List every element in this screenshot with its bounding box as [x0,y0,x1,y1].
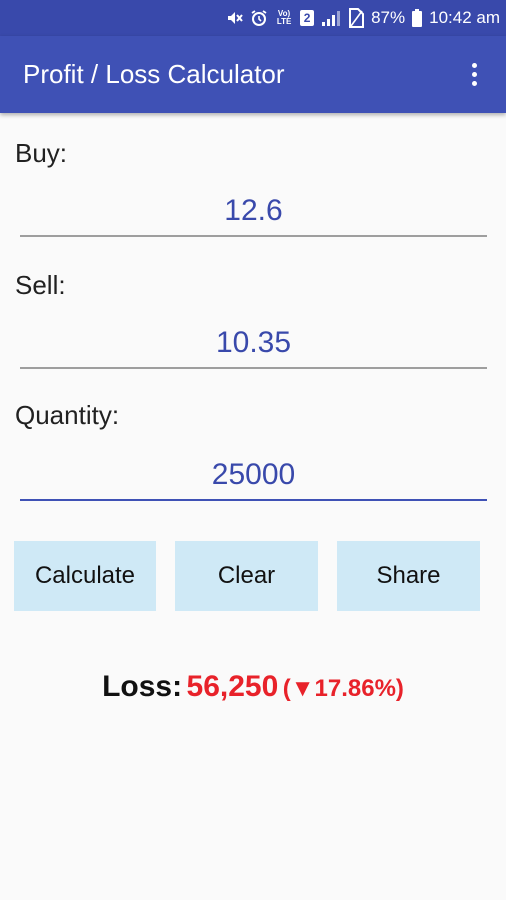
signal-icon [321,9,341,27]
battery-icon [412,9,423,27]
down-arrow-icon: ▼ [290,675,315,702]
overflow-menu-button[interactable] [454,50,494,100]
sim-badge-icon: 2 [300,10,315,26]
more-vert-icon-dot [471,63,477,68]
app-bar: Profit / Loss Calculator [0,36,506,113]
result-percent-open: ( [282,675,291,702]
result-percent-close: ) [395,675,404,702]
buy-input[interactable] [20,187,487,237]
mute-icon [225,9,243,27]
sell-input[interactable] [20,319,487,369]
more-vert-icon-dot [471,72,477,77]
sell-label: Sell: [15,270,66,300]
result-value: 56,250 [186,670,279,703]
result-percent: 17.86% [314,675,396,702]
volte-icon: Vo) LTE [275,10,293,26]
battery-percent: 87% [371,8,406,27]
alarm-icon [250,9,268,27]
sim-badge: 2 [303,11,311,25]
no-sim-icon [348,8,365,28]
network-label: Vo) LTE [276,9,292,26]
status-bar: Vo) LTE 2 87% 10:42 am [0,0,506,36]
quantity-input[interactable] [20,451,487,501]
result-line: Loss: 56,250 (▼17.86%) [0,670,506,704]
clear-button[interactable]: Clear [175,541,318,611]
result-label: Loss: [102,670,183,703]
calculate-button[interactable]: Calculate [14,541,156,611]
status-time: 10:42 am [429,8,500,27]
more-vert-icon-dot [471,81,477,86]
quantity-label: Quantity: [15,400,120,430]
app-title: Profit / Loss Calculator [23,59,285,89]
share-button[interactable]: Share [337,541,480,611]
buy-label: Buy: [15,138,68,168]
